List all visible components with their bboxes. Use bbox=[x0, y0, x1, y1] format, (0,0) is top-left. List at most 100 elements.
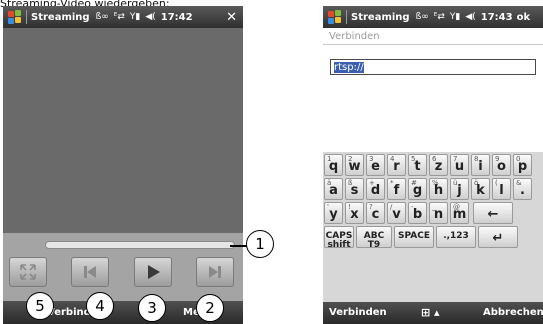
title-bar: Streaming ß∞ ᴱ⇄ Y▮ ◀( 17:42 ✕ bbox=[3, 6, 243, 28]
key-k[interactable]: ök bbox=[471, 178, 490, 200]
key-primary-label: l bbox=[499, 183, 504, 198]
previous-button[interactable] bbox=[71, 257, 109, 287]
key-primary-label: w bbox=[348, 159, 361, 174]
url-input[interactable]: rtsp:// bbox=[330, 59, 536, 75]
enter-key[interactable]: ↵ bbox=[478, 226, 518, 248]
video-area bbox=[3, 28, 243, 233]
divider bbox=[323, 44, 543, 45]
progress-bar[interactable] bbox=[45, 241, 235, 249]
key-.[interactable]: &. bbox=[513, 178, 532, 200]
abc-t9-key[interactable]: ABC T9 bbox=[356, 226, 392, 250]
enter-icon: ↵ bbox=[492, 231, 504, 246]
key-primary-label: c bbox=[371, 207, 380, 222]
clock: 17:43 bbox=[480, 11, 513, 23]
title-separator bbox=[346, 10, 347, 24]
key-m[interactable]: @ m bbox=[450, 202, 469, 224]
title-separator bbox=[26, 10, 27, 24]
key-primary-label: b bbox=[412, 207, 423, 222]
key-g[interactable]: # g bbox=[408, 178, 427, 200]
key-i[interactable]: 8i bbox=[471, 154, 490, 176]
key-primary-label: y bbox=[329, 207, 338, 222]
key-primary-label: r bbox=[393, 159, 400, 174]
key-primary-label: s bbox=[350, 183, 359, 198]
title-bar: Streaming ß∞ ᴱ⇄ Y▮ ◀( 17:43 ok bbox=[323, 6, 543, 28]
caps-shift-key-label: CAPS shift bbox=[325, 231, 353, 250]
space-key-label: SPACE bbox=[398, 231, 430, 241]
key-primary-label: v bbox=[392, 207, 401, 222]
next-button[interactable] bbox=[196, 257, 234, 287]
key-primary-label: q bbox=[328, 159, 339, 174]
key-b[interactable]: -b bbox=[408, 202, 427, 224]
key-primary-label: n bbox=[433, 207, 444, 222]
backspace-key[interactable]: ← bbox=[473, 202, 513, 224]
bluetooth-icon: ß∞ bbox=[95, 12, 109, 22]
key-y[interactable]: ' y bbox=[324, 202, 343, 224]
key-primary-label: u bbox=[454, 159, 465, 174]
number-mode-key-label: .,123 bbox=[443, 231, 469, 241]
key-s[interactable]: ßs bbox=[345, 178, 364, 200]
softkey-connect[interactable]: Verbinden bbox=[329, 307, 387, 318]
key-d[interactable]: + d bbox=[366, 178, 385, 200]
key-z[interactable]: 6z bbox=[429, 154, 448, 176]
key-primary-label: a bbox=[329, 183, 338, 198]
key-p[interactable]: 0p bbox=[513, 154, 532, 176]
key-l[interactable]: (l bbox=[492, 178, 511, 200]
callout-1: 1 bbox=[246, 230, 274, 258]
key-primary-label: d bbox=[370, 183, 381, 198]
key-primary-label: f bbox=[393, 183, 400, 198]
key-o[interactable]: 9o bbox=[492, 154, 511, 176]
app-title: Streaming bbox=[31, 11, 90, 23]
soft-keyboard: 1 q 2 w 3 e 4 r 5 t 6 z 7 u 8 i 9 o 0 p ä a ß s + d * f # g% h ü j ö k(l &.… bbox=[323, 152, 543, 302]
key-primary-label: t bbox=[414, 159, 421, 174]
play-icon bbox=[148, 265, 160, 279]
key-t[interactable]: 5t bbox=[408, 154, 427, 176]
key-primary-label: p bbox=[517, 159, 528, 174]
signal-icon: Y▮ bbox=[449, 12, 461, 22]
key-primary-label: g bbox=[412, 183, 423, 198]
bluetooth-icon: ß∞ bbox=[415, 12, 429, 22]
signal-icon: Y▮ bbox=[129, 12, 141, 22]
app-title: Streaming bbox=[351, 11, 410, 23]
callout-3: 3 bbox=[138, 294, 166, 322]
key-primary-label: k bbox=[476, 183, 485, 198]
data-connection-icon: ᴱ⇄ bbox=[433, 12, 445, 22]
number-mode-key[interactable]: .,123 bbox=[436, 226, 476, 248]
key-primary-label: j bbox=[457, 183, 462, 198]
space-key[interactable]: SPACE bbox=[394, 226, 434, 248]
data-connection-icon: ᴱ⇄ bbox=[113, 12, 125, 22]
play-button[interactable] bbox=[134, 257, 172, 287]
key-primary-label: x bbox=[350, 207, 359, 222]
key-q[interactable]: 1q bbox=[324, 154, 343, 176]
softkey-cancel[interactable]: Abbrechen bbox=[483, 307, 543, 318]
key-n[interactable]: _ n bbox=[429, 202, 448, 224]
key-v[interactable]: / v bbox=[387, 202, 406, 224]
key-h[interactable]: % h bbox=[429, 178, 448, 200]
key-j[interactable]: üj bbox=[450, 178, 469, 200]
key-primary-label: i bbox=[478, 159, 483, 174]
key-x[interactable]: ! x bbox=[345, 202, 364, 224]
key-primary-label: z bbox=[434, 159, 443, 174]
speaker-icon: ◀( bbox=[145, 12, 156, 22]
caps-shift-key[interactable]: CAPS shift bbox=[324, 226, 354, 250]
close-icon[interactable]: ✕ bbox=[226, 10, 237, 25]
url-value: rtsp:// bbox=[334, 62, 364, 73]
key-c[interactable]: ? c bbox=[366, 202, 385, 224]
ok-button[interactable]: ok bbox=[517, 12, 531, 23]
key-e[interactable]: 3e bbox=[366, 154, 385, 176]
keyboard-toggle-icon[interactable]: ⊞ ▴ bbox=[421, 306, 440, 319]
connect-label: Verbinden bbox=[329, 31, 380, 42]
windows-start-icon[interactable] bbox=[7, 9, 23, 25]
key-f[interactable]: * f bbox=[387, 178, 406, 200]
callout-2: 2 bbox=[196, 294, 224, 322]
fullscreen-button[interactable] bbox=[9, 257, 47, 287]
key-u[interactable]: 7u bbox=[450, 154, 469, 176]
key-primary-label: . bbox=[520, 183, 525, 198]
speaker-icon: ◀( bbox=[465, 12, 476, 22]
next-icon bbox=[209, 266, 221, 278]
windows-start-icon[interactable] bbox=[327, 9, 343, 25]
soft-key-bar: Verbinden ⊞ ▴ Abbrechen bbox=[323, 302, 543, 324]
key-r[interactable]: 4r bbox=[387, 154, 406, 176]
key-primary-label: h bbox=[433, 183, 444, 198]
key-w[interactable]: 2w bbox=[345, 154, 364, 176]
key-a[interactable]: äa bbox=[324, 178, 343, 200]
